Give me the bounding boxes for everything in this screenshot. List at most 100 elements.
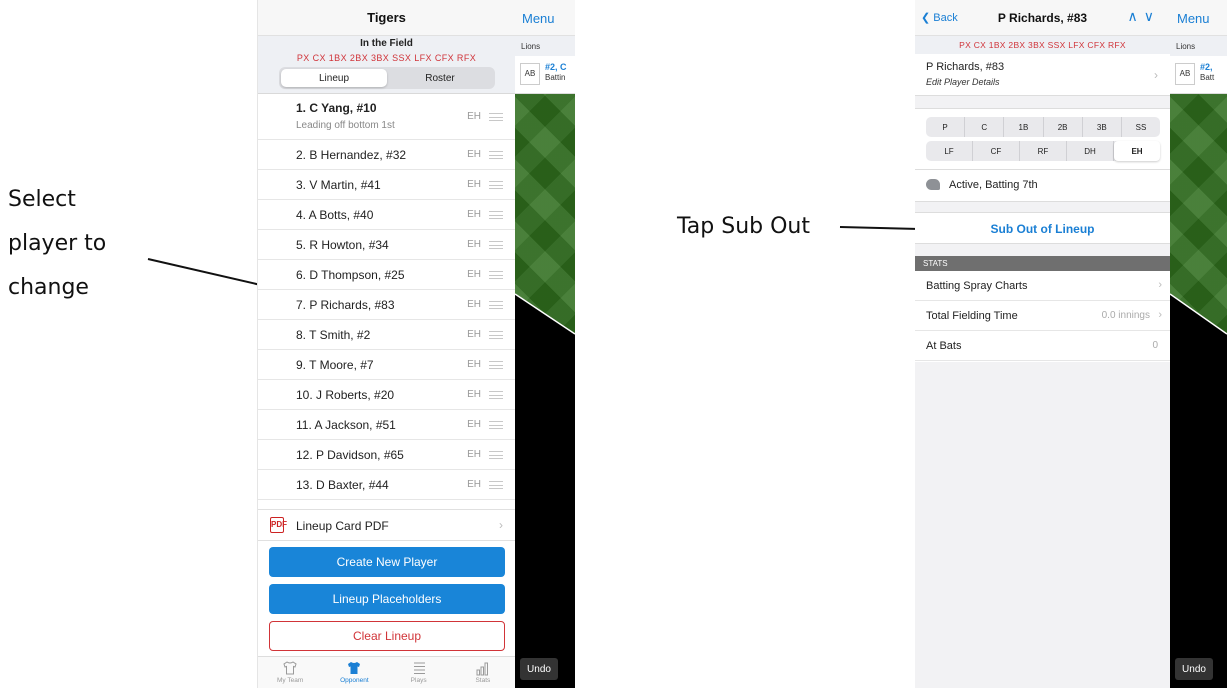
position-row: LF CF RF DH EH xyxy=(926,141,1160,161)
stat-row-batting-spray-charts[interactable]: Batting Spray Charts › xyxy=(915,271,1170,301)
lineup-card-pdf-row[interactable]: PDF Lineup Card PDF › xyxy=(258,509,515,541)
game-field-strip: Menu Lions AB #2, C Battin Undo xyxy=(515,0,575,688)
player-position: EH xyxy=(467,329,481,340)
menu-button[interactable]: Menu xyxy=(1177,11,1210,26)
player-name: 6. D Thompson, #25 xyxy=(296,268,405,282)
edit-player-row[interactable]: P Richards, #83 Edit Player Details › xyxy=(915,54,1170,96)
at-bat-card[interactable]: AB #2, Batt xyxy=(1170,56,1227,94)
stat-row-total-fielding-time[interactable]: Total Fielding Time 0.0 innings › xyxy=(915,301,1170,331)
batter-status: Batt xyxy=(1200,73,1215,82)
field-title: In the Field xyxy=(360,38,413,49)
tab-label: Stats xyxy=(475,677,491,684)
undo-button[interactable]: Undo xyxy=(520,658,558,680)
undo-button[interactable]: Undo xyxy=(1175,658,1213,680)
stat-label: At Bats xyxy=(926,340,962,352)
player-name: 8. T Smith, #2 xyxy=(296,328,371,342)
drag-handle-icon[interactable] xyxy=(489,211,503,219)
lineup-placeholders-button[interactable]: Lineup Placeholders xyxy=(269,584,505,614)
prev-next-controls[interactable]: ∧∨ xyxy=(1128,8,1161,25)
lineup-roster-segmented-control[interactable]: Lineup Roster xyxy=(279,67,495,89)
drag-handle-icon[interactable] xyxy=(489,421,503,429)
position-row: P C 1B 2B 3B SS xyxy=(926,117,1160,137)
lineup-row-selected[interactable]: 7. P Richards, #83 EH xyxy=(258,290,515,320)
lineup-row[interactable]: 6. D Thompson, #25 EH xyxy=(258,260,515,290)
player-detail-nav: ❮ Back P Richards, #83 ∧∨ xyxy=(915,0,1170,36)
lineup-row[interactable]: 4. A Botts, #40 EH xyxy=(258,200,515,230)
tab-stats[interactable]: Stats xyxy=(451,657,515,688)
position-option[interactable]: C xyxy=(965,117,1005,137)
lineup-row[interactable]: 3. V Martin, #41 EH xyxy=(258,170,515,200)
drag-handle-icon[interactable] xyxy=(489,481,503,489)
at-bat-card[interactable]: AB #2, C Battin xyxy=(515,56,575,94)
jersey-filled-icon xyxy=(346,660,362,676)
drag-handle-icon[interactable] xyxy=(489,113,503,121)
player-position: EH xyxy=(467,449,481,460)
drag-handle-icon[interactable] xyxy=(489,181,503,189)
tab-my-team[interactable]: My Team xyxy=(258,657,322,688)
player-position: EH xyxy=(467,359,481,370)
chevron-right-icon: › xyxy=(1154,68,1158,82)
sub-out-of-lineup-button[interactable]: Sub Out of Lineup xyxy=(915,222,1170,236)
drag-handle-icon[interactable] xyxy=(489,331,503,339)
tab-opponent[interactable]: Opponent xyxy=(322,657,386,688)
position-option[interactable]: LF xyxy=(926,141,973,161)
player-position: EH xyxy=(467,111,481,122)
lineup-row[interactable]: 12. P Davidson, #65 EH xyxy=(258,440,515,470)
player-name: 1. C Yang, #10 xyxy=(296,101,377,115)
position-option[interactable]: CF xyxy=(973,141,1020,161)
position-option[interactable]: 3B xyxy=(1083,117,1122,137)
chevron-down-icon[interactable]: ∨ xyxy=(1144,8,1160,24)
create-new-player-button[interactable]: Create New Player xyxy=(269,547,505,577)
lineup-row[interactable]: 10. J Roberts, #20 EH xyxy=(258,380,515,410)
tab-lineup[interactable]: Lineup xyxy=(281,69,387,87)
field-grass xyxy=(1170,94,1227,688)
jersey-outline-icon xyxy=(282,660,298,676)
tab-label: Opponent xyxy=(340,677,369,684)
player-name: 2. B Hernandez, #32 xyxy=(296,148,407,162)
tab-roster[interactable]: Roster xyxy=(387,69,493,87)
position-option-selected[interactable]: EH xyxy=(1114,141,1160,161)
drag-handle-icon[interactable] xyxy=(489,301,503,309)
drag-handle-icon[interactable] xyxy=(489,361,503,369)
player-name: 4. A Botts, #40 xyxy=(296,208,374,222)
drag-handle-icon[interactable] xyxy=(489,451,503,459)
position-option[interactable]: DH xyxy=(1067,141,1114,161)
player-position: EH xyxy=(467,209,481,220)
chevron-up-icon[interactable]: ∧ xyxy=(1128,8,1144,24)
lineup-row[interactable]: 8. T Smith, #2 EH xyxy=(258,320,515,350)
lineup-row[interactable]: 1. C Yang, #10 Leading off bottom 1st EH xyxy=(258,94,515,140)
menu-button[interactable]: Menu xyxy=(522,11,555,26)
lineup-row[interactable]: 13. D Baxter, #44 EH xyxy=(258,470,515,500)
position-option[interactable]: 2B xyxy=(1044,117,1083,137)
position-option[interactable]: RF xyxy=(1020,141,1067,161)
game-field-strip: Menu Lions AB #2, Batt Undo xyxy=(1170,0,1227,688)
edit-player-details-label: Edit Player Details xyxy=(926,77,1000,87)
position-option[interactable]: SS xyxy=(1122,117,1160,137)
stat-value: 0 xyxy=(1152,340,1158,351)
chevron-right-icon: › xyxy=(499,518,503,532)
position-option[interactable]: 1B xyxy=(1004,117,1044,137)
player-name: 10. J Roberts, #20 xyxy=(296,388,395,402)
lineup-row[interactable]: 11. A Jackson, #51 EH xyxy=(258,410,515,440)
drag-handle-icon[interactable] xyxy=(489,151,503,159)
lineup-row[interactable]: 9. T Moore, #7 EH xyxy=(258,350,515,380)
chevron-right-icon: › xyxy=(1158,309,1162,321)
drag-handle-icon[interactable] xyxy=(489,241,503,249)
opponent-team-label: Lions xyxy=(1170,36,1227,56)
sub-out-row[interactable]: Sub Out of Lineup xyxy=(915,212,1170,244)
bottom-tab-bar: My Team Opponent Plays Stats xyxy=(258,656,515,688)
game-nav: Menu xyxy=(515,0,575,36)
batter-number: #2, xyxy=(1200,62,1213,72)
lineup-row[interactable]: 5. R Howton, #34 EH xyxy=(258,230,515,260)
section-gap xyxy=(915,202,1170,212)
drag-handle-icon[interactable] xyxy=(489,271,503,279)
clear-lineup-button[interactable]: Clear Lineup xyxy=(269,621,505,651)
drag-handle-icon[interactable] xyxy=(489,391,503,399)
lineup-row[interactable]: 2. B Hernandez, #32 EH xyxy=(258,140,515,170)
batting-helmet-icon xyxy=(926,179,940,190)
opponent-team-label: Lions xyxy=(515,36,575,56)
position-picker: P C 1B 2B 3B SS LF CF RF DH EH xyxy=(915,108,1170,170)
position-option[interactable]: P xyxy=(926,117,966,137)
at-bat-badge: AB xyxy=(520,63,540,85)
tab-plays[interactable]: Plays xyxy=(387,657,451,688)
